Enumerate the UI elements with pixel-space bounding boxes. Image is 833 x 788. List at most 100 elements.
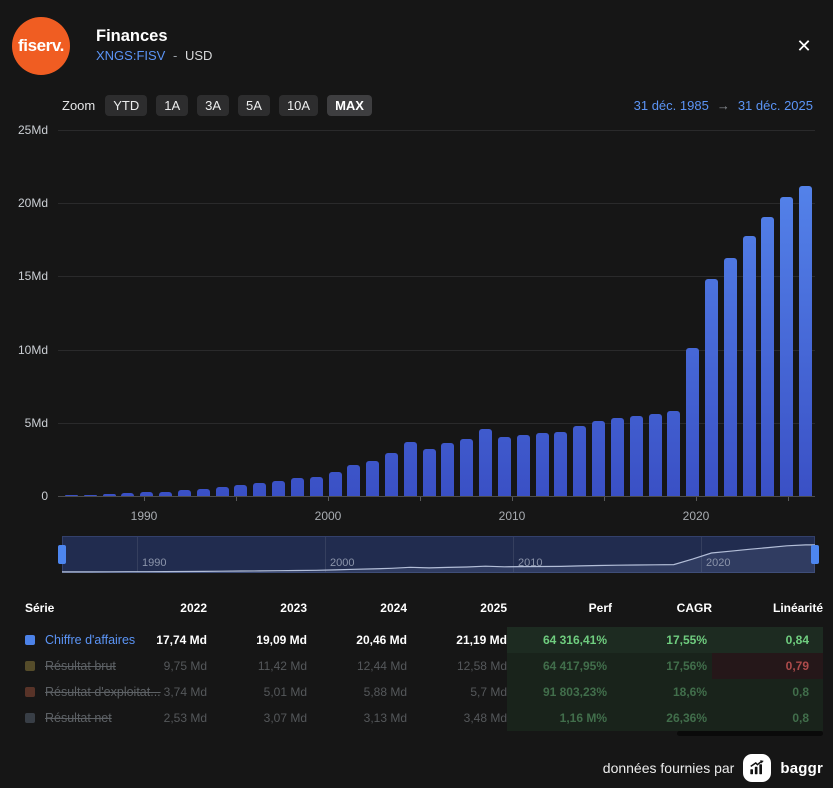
revenue-bar-2008[interactable]	[479, 429, 492, 496]
revenue-bar-2015[interactable]	[610, 418, 624, 496]
revenue-bar-2013[interactable]	[573, 425, 587, 496]
revenue-bar-1999[interactable]	[309, 476, 323, 496]
zoom-button-max[interactable]: MAX	[327, 94, 372, 116]
linearite-cell: 0,79	[712, 653, 823, 679]
revenue-bar-1995[interactable]	[234, 485, 248, 496]
x-tick-2025	[788, 497, 789, 501]
perf-cell: 64 316,41%	[507, 627, 612, 653]
x-axis-label-2000: 2000	[314, 509, 342, 523]
zoom-button-10a[interactable]: 10A	[278, 94, 319, 116]
value-2022: 17,74 Md	[156, 633, 207, 647]
value-2023: 11,42 Md	[257, 659, 307, 673]
value-2024: 5,88 Md	[363, 685, 407, 699]
revenue-bar-2002[interactable]	[366, 460, 380, 496]
finances-modal: fiserv. Finances XNGS:FISV - USD ✕ Zoom …	[0, 0, 833, 788]
value-2022: 2,53 Md	[163, 711, 207, 725]
revenue-bar-1987[interactable]	[83, 494, 97, 496]
fiserv-logo: fiserv.	[12, 17, 70, 75]
date-range: 31 déc. 1985 → 31 déc. 2025	[634, 98, 813, 113]
cagr-cell: 17,56%	[612, 653, 712, 679]
revenue-bar-1990[interactable]	[140, 492, 154, 496]
series-name: Résultat brut	[45, 659, 116, 673]
ticker-link[interactable]: XNGS:FISV	[96, 48, 165, 63]
cagr-cell: 26,36%	[612, 705, 712, 731]
revenue-bar-2011[interactable]	[535, 433, 549, 496]
x-axis-label-1990: 1990	[130, 509, 158, 523]
horizontal-scrollbar-thumb[interactable]	[677, 731, 823, 736]
revenue-bar-2019[interactable]	[686, 348, 700, 496]
baggr-brand-name[interactable]: baggr	[780, 760, 823, 777]
revenue-bar-1996[interactable]	[253, 483, 267, 496]
linearite-cell: 0,8	[712, 705, 823, 731]
perf-cell: 64 417,95%	[507, 653, 612, 679]
navigator-label-2010: 2010	[518, 557, 543, 569]
revenue-bar-1993[interactable]	[196, 488, 210, 496]
revenue-bar-2021[interactable]	[723, 258, 737, 496]
series-swatch	[25, 661, 35, 671]
baggr-logo-icon[interactable]	[743, 754, 772, 782]
attribution-footer: données fournies par baggr	[603, 753, 823, 783]
revenue-bar-2012[interactable]	[554, 431, 568, 496]
column-header-serie: Série	[25, 601, 55, 615]
revenue-bar-2017[interactable]	[648, 414, 662, 496]
zoom-button-3a[interactable]: 3A	[197, 94, 230, 116]
table-row: Chiffre d'affaires 17,74 Md 19,09 Md 20,46 …	[0, 627, 833, 653]
revenue-bar-1989[interactable]	[121, 493, 135, 496]
revenue-bar-2020[interactable]	[704, 278, 718, 496]
value-2022: 3,74 Md	[163, 685, 207, 699]
x-tick-2000	[328, 497, 329, 501]
close-icon[interactable]: ✕	[791, 33, 817, 59]
column-header-2025: 2025	[480, 601, 507, 615]
revenue-bar-1988[interactable]	[102, 493, 116, 496]
table-row: Résultat d'exploitat... 3,74 Md 5,01 Md 5,8…	[0, 679, 833, 705]
x-tick-1990	[144, 497, 145, 501]
revenue-bar-1997[interactable]	[272, 481, 285, 496]
series-swatch	[25, 713, 35, 723]
series-toggle[interactable]: Chiffre d'affaires	[25, 633, 150, 647]
series-swatch	[25, 635, 35, 645]
range-start-date[interactable]: 31 déc. 1985	[634, 98, 709, 113]
column-header-2024: 2024	[380, 601, 407, 615]
revenue-bar-2009[interactable]	[497, 436, 511, 496]
revenue-bar-1991[interactable]	[159, 491, 172, 496]
revenue-bar-2006[interactable]	[441, 443, 455, 496]
revenue-bar-2014[interactable]	[592, 421, 605, 496]
navigator-right-handle[interactable]	[811, 545, 819, 564]
value-2024: 12,44 Md	[356, 659, 407, 673]
series-toggle[interactable]: Résultat net	[25, 711, 150, 725]
revenue-bar-2003[interactable]	[384, 453, 398, 496]
zoom-button-1a[interactable]: 1A	[156, 94, 189, 116]
y-axis-label-20Md: 20Md	[17, 196, 48, 211]
navigator-left-handle[interactable]	[58, 545, 66, 564]
revenue-bar-2018[interactable]	[667, 411, 681, 496]
revenue-bar-2000[interactable]	[328, 471, 342, 496]
revenue-bar-2005[interactable]	[422, 449, 436, 496]
zoom-label: Zoom	[62, 97, 96, 113]
value-2023: 5,01 Md	[263, 685, 307, 699]
series-toggle[interactable]: Résultat brut	[25, 659, 150, 673]
revenue-bar-2007[interactable]	[460, 439, 474, 496]
value-2025: 21,19 Md	[456, 633, 507, 647]
revenue-bar-2016[interactable]	[629, 415, 643, 496]
series-toggle[interactable]: Résultat d'exploitat...	[25, 685, 161, 699]
zoom-toolbar: Zoom YTD 1A 3A 5A 10A MAX 31 déc. 1985 → 31 d…	[62, 92, 813, 118]
revenue-bar-1994[interactable]	[215, 487, 229, 496]
zoom-button-ytd[interactable]: YTD	[105, 94, 148, 116]
zoom-button-5a[interactable]: 5A	[238, 94, 270, 116]
revenue-bar-1998[interactable]	[290, 478, 304, 496]
revenue-bar-2001[interactable]	[347, 465, 361, 496]
range-end-date[interactable]: 31 déc. 2025	[738, 98, 813, 113]
revenue-bar-2024[interactable]	[780, 196, 794, 496]
revenue-bar-2004[interactable]	[403, 441, 417, 496]
value-2023: 19,09 Md	[256, 633, 307, 647]
revenue-bar-2010[interactable]	[516, 434, 530, 496]
column-header-CAGR: CAGR	[676, 601, 712, 615]
instrument-subtitle: XNGS:FISV - USD	[96, 48, 212, 63]
revenue-bar-2022[interactable]	[742, 236, 756, 496]
revenue-bar-2023[interactable]	[761, 216, 775, 496]
revenue-bar-2025[interactable]	[799, 185, 813, 496]
x-tick-2015	[604, 497, 605, 501]
value-2024: 20,46 Md	[356, 633, 407, 647]
revenue-bar-1986[interactable]	[64, 494, 78, 496]
revenue-bar-1992[interactable]	[177, 490, 191, 496]
